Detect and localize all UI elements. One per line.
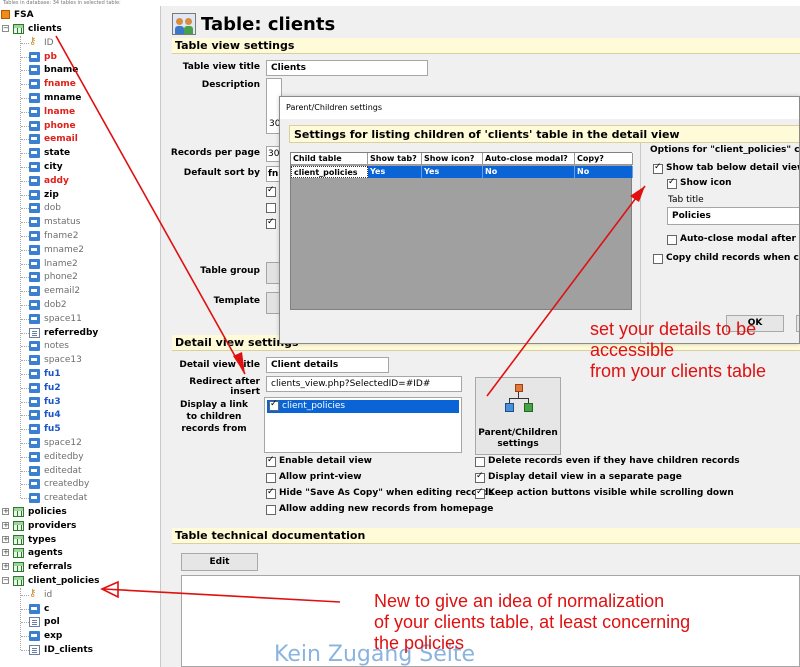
arrow-head-redirect	[233, 352, 245, 374]
arrow-head-show-tab	[630, 186, 645, 202]
annotation-bottom-line-2: of your clients table, at least concerni…	[374, 612, 691, 632]
annotation-top-line-1: set your details to be	[590, 319, 757, 339]
annotation-bottom: New to give an idea of normalization of …	[374, 591, 690, 654]
annotation-top-line-3: from your clients table	[590, 361, 767, 381]
annotation-top: set your details to be accessible from y…	[590, 319, 766, 382]
annotation-bottom-line-1: New to give an idea of normalization	[374, 591, 665, 611]
annotation-top-line-2: accessible	[590, 340, 675, 360]
annotation-bottom-line-3: the policies	[374, 633, 465, 653]
arrow-clients-to-redirect	[55, 35, 246, 375]
arrow-to-client-policies	[103, 588, 341, 603]
app-window: Tables in database: 34 tables in selecte…	[0, 0, 800, 667]
